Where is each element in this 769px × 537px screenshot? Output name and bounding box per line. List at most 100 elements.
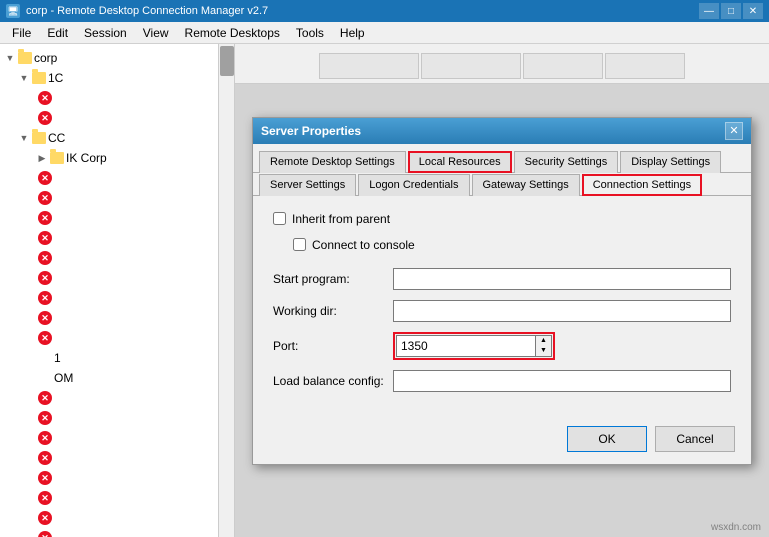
- menu-remote-desktops[interactable]: Remote Desktops: [177, 24, 288, 42]
- expand-icon: ▶: [36, 152, 48, 164]
- list-item[interactable]: ✕: [0, 208, 218, 228]
- list-item[interactable]: ✕: [0, 288, 218, 308]
- port-increment-button[interactable]: ▲: [536, 336, 551, 346]
- port-decrement-button[interactable]: ▼: [536, 346, 551, 356]
- error-icon: ✕: [38, 391, 52, 405]
- start-program-label: Start program:: [273, 272, 393, 286]
- list-item[interactable]: ✕: [0, 228, 218, 248]
- tree-label-om: OM: [54, 371, 73, 385]
- tab-gateway-settings[interactable]: Gateway Settings: [472, 174, 580, 196]
- minimize-button[interactable]: —: [699, 3, 719, 19]
- list-item[interactable]: ✕: [0, 328, 218, 348]
- list-item[interactable]: ✕: [0, 468, 218, 488]
- working-dir-input[interactable]: [393, 300, 731, 322]
- menu-file[interactable]: File: [4, 24, 39, 42]
- tree-item-1[interactable]: 1: [0, 348, 218, 368]
- tree-item-error-1[interactable]: ✕: [0, 88, 218, 108]
- error-icon: ✕: [38, 91, 52, 105]
- dialog-close-button[interactable]: ✕: [725, 122, 743, 140]
- app-icon: 🖥: [6, 4, 20, 18]
- list-item[interactable]: ✕: [0, 388, 218, 408]
- scroll-thumb: [220, 46, 234, 76]
- close-button[interactable]: ✕: [743, 3, 763, 19]
- error-icon: ✕: [38, 211, 52, 225]
- inherit-label: Inherit from parent: [292, 212, 390, 226]
- console-checkbox-row: Connect to console: [273, 238, 731, 252]
- maximize-button[interactable]: □: [721, 3, 741, 19]
- tree-item-om[interactable]: OM: [0, 368, 218, 388]
- list-item[interactable]: ✕: [0, 528, 218, 537]
- list-item[interactable]: ✕: [0, 168, 218, 188]
- right-area: Server Properties ✕ Remote Desktop Setti…: [235, 44, 769, 537]
- folder-icon: [32, 132, 46, 144]
- list-item[interactable]: ✕: [0, 188, 218, 208]
- tree-label-ikcorp: IK Corp: [66, 151, 107, 165]
- console-label: Connect to console: [312, 238, 415, 252]
- list-item[interactable]: ✕: [0, 508, 218, 528]
- tab-display-settings[interactable]: Display Settings: [620, 151, 721, 173]
- menu-tools[interactable]: Tools: [288, 24, 332, 42]
- menu-bar: File Edit Session View Remote Desktops T…: [0, 22, 769, 44]
- dialog-tabs-row2: Server Settings Logon Credentials Gatewa…: [253, 173, 751, 196]
- sidebar-scrollbar[interactable]: [218, 44, 234, 537]
- menu-session[interactable]: Session: [76, 24, 135, 42]
- dialog-tabs: Remote Desktop Settings Local Resources …: [253, 144, 751, 173]
- title-bar-controls: — □ ✕: [699, 3, 763, 19]
- list-item[interactable]: ✕: [0, 428, 218, 448]
- tab-connection-settings[interactable]: Connection Settings: [582, 174, 702, 196]
- tab-server-settings[interactable]: Server Settings: [259, 174, 356, 196]
- tree-item-corp[interactable]: ▼ corp: [0, 48, 218, 68]
- port-input[interactable]: [396, 335, 536, 357]
- error-icon: ✕: [38, 511, 52, 525]
- menu-view[interactable]: View: [135, 24, 177, 42]
- list-item[interactable]: ✕: [0, 308, 218, 328]
- tab-security-settings[interactable]: Security Settings: [514, 151, 619, 173]
- port-row: Port: ▲ ▼: [273, 332, 731, 360]
- tree-item-cc[interactable]: ▼ CC: [0, 128, 218, 148]
- error-icon: ✕: [38, 471, 52, 485]
- dialog-title-bar: Server Properties ✕: [253, 118, 751, 144]
- list-item[interactable]: ✕: [0, 408, 218, 428]
- menu-edit[interactable]: Edit: [39, 24, 76, 42]
- error-icon: ✕: [38, 451, 52, 465]
- tree-item-error-2[interactable]: ✕: [0, 108, 218, 128]
- tab-logon-credentials[interactable]: Logon Credentials: [358, 174, 469, 196]
- tree-item-1c[interactable]: ▼ 1C: [0, 68, 218, 88]
- error-icon: ✕: [38, 191, 52, 205]
- list-item[interactable]: ✕: [0, 268, 218, 288]
- folder-icon: [32, 72, 46, 84]
- tree-label-1: 1: [54, 351, 61, 365]
- dialog-content: Inherit from parent Connect to console S…: [253, 196, 751, 418]
- inherit-checkbox-row: Inherit from parent: [273, 212, 731, 226]
- list-item[interactable]: ✕: [0, 488, 218, 508]
- folder-icon: [50, 152, 64, 164]
- list-item[interactable]: ✕: [0, 448, 218, 468]
- tree-label-1c: 1C: [48, 71, 63, 85]
- start-program-input[interactable]: [393, 268, 731, 290]
- error-icon: ✕: [38, 271, 52, 285]
- working-dir-row: Working dir:: [273, 300, 731, 322]
- tree-view: ▼ corp ▼ 1C ✕ ✕ ▼ CC: [0, 44, 218, 537]
- error-icon: ✕: [38, 111, 52, 125]
- port-container: ▲ ▼: [393, 332, 555, 360]
- tree-item-ikcorp[interactable]: ▶ IK Corp: [0, 148, 218, 168]
- tab-local-resources[interactable]: Local Resources: [408, 151, 512, 173]
- tree-label-corp: corp: [34, 51, 57, 65]
- folder-icon: [18, 52, 32, 64]
- app-title: corp - Remote Desktop Connection Manager…: [26, 5, 693, 17]
- main-area: ▼ corp ▼ 1C ✕ ✕ ▼ CC: [0, 44, 769, 537]
- list-item[interactable]: ✕: [0, 248, 218, 268]
- port-label: Port:: [273, 339, 393, 353]
- console-checkbox[interactable]: [293, 238, 306, 251]
- inherit-checkbox[interactable]: [273, 212, 286, 225]
- error-icon: ✕: [38, 491, 52, 505]
- cancel-button[interactable]: Cancel: [655, 426, 735, 452]
- error-icon: ✕: [38, 171, 52, 185]
- error-icon: ✕: [38, 331, 52, 345]
- error-icon: ✕: [38, 531, 52, 537]
- load-balance-label: Load balance config:: [273, 374, 393, 388]
- tab-remote-desktop-settings[interactable]: Remote Desktop Settings: [259, 151, 406, 173]
- ok-button[interactable]: OK: [567, 426, 647, 452]
- load-balance-input[interactable]: [393, 370, 731, 392]
- menu-help[interactable]: Help: [332, 24, 373, 42]
